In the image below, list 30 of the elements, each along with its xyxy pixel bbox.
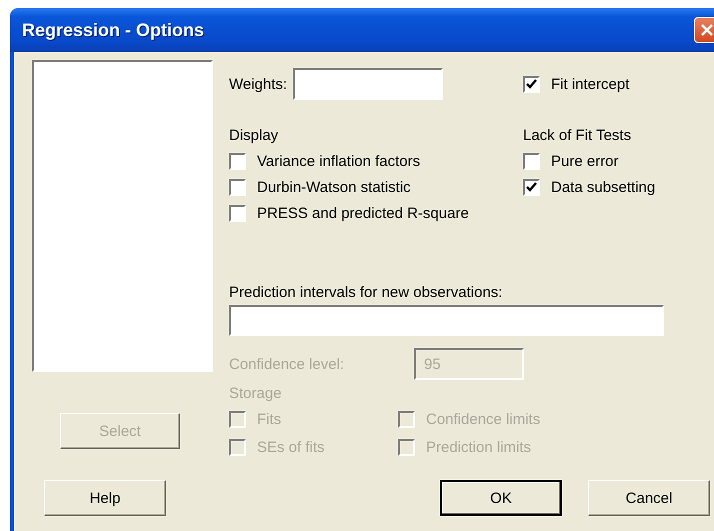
- window-title: Regression - Options: [22, 20, 204, 40]
- checkbox[interactable]: [523, 178, 540, 196]
- dialog-button[interactable]: Cancel: [588, 480, 710, 516]
- close-icon: [700, 23, 714, 37]
- checkbox[interactable]: [229, 204, 246, 222]
- checkbox[interactable]: [523, 152, 540, 170]
- dialog-button[interactable]: OK: [440, 480, 562, 516]
- prediction-field[interactable]: [229, 305, 664, 336]
- checkbox-label: Pure error: [551, 152, 619, 170]
- checkbox-label: Data subsetting: [551, 178, 656, 196]
- checkbox-label: Prediction limits: [426, 438, 532, 456]
- section-title: Lack of Fit Tests: [523, 126, 632, 146]
- dialog-button[interactable]: Help: [44, 480, 166, 516]
- section-title: Display: [229, 126, 280, 146]
- field-label: Confidence level:: [229, 356, 346, 372]
- weights-field[interactable]: [293, 68, 444, 100]
- checkbox-label: SEs of fits: [257, 438, 325, 456]
- checkbox-label: Fits: [257, 410, 282, 428]
- close-button[interactable]: [694, 17, 714, 43]
- checkbox[interactable]: [229, 178, 246, 196]
- checkbox-label: PRESS and predicted R-square: [257, 204, 469, 222]
- section-title: Storage: [229, 384, 283, 404]
- checkbox-label: Variance inflation factors: [257, 152, 420, 170]
- checkbox-label: Confidence limits: [426, 410, 540, 428]
- checkbox-label: Durbin-Watson statistic: [257, 178, 411, 196]
- field-label: Weights:: [229, 76, 288, 92]
- field-label: Prediction intervals for new observations:: [229, 282, 504, 302]
- checkbox[interactable]: [229, 152, 246, 170]
- checkbox[interactable]: [523, 76, 540, 92]
- checkbox-label: Fit intercept: [551, 76, 630, 92]
